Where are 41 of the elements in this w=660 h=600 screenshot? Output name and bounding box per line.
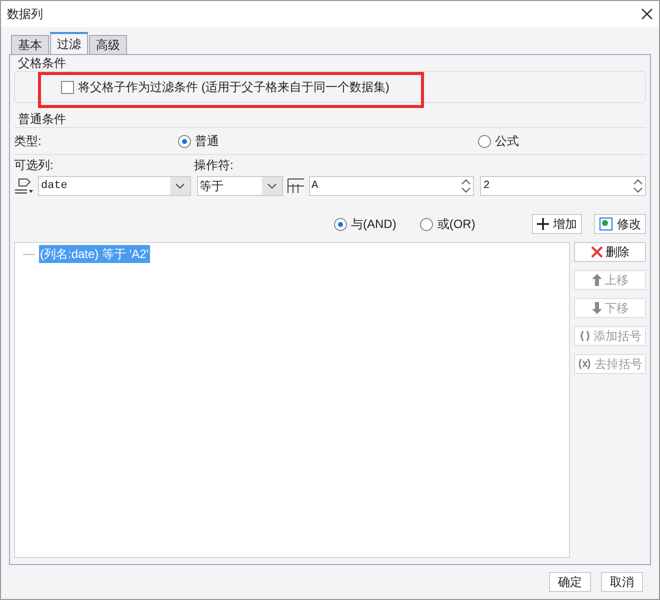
radio-button[interactable] [420, 218, 434, 230]
modify-button[interactable]: 修改 [594, 214, 646, 234]
column-select[interactable]: date [38, 176, 191, 196]
tab[interactable]: 高级 [89, 35, 127, 54]
side-button[interactable]: 删除 [574, 242, 646, 262]
tab[interactable]: 过滤 [50, 32, 88, 54]
checkbox-label: 将父格子作为过滤条件 (适用于父子格来自于同一个数据集) [78, 79, 390, 96]
chevron-down-icon [266, 183, 277, 189]
close-icon [590, 246, 602, 258]
operator-label: 操作符: [194, 156, 234, 174]
type-label: 类型: [14, 133, 42, 150]
radio-label: 与(AND) [351, 216, 396, 233]
close-icon[interactable] [641, 8, 653, 20]
parentheses-cross-icon [578, 358, 592, 370]
column-type-icon [14, 177, 34, 195]
tab[interactable]: 基本 [11, 35, 49, 54]
add-button[interactable]: 增加 [532, 214, 582, 234]
radio-button[interactable] [178, 134, 191, 148]
radio-label: 公式 [495, 133, 519, 150]
radio-button[interactable] [334, 218, 347, 230]
operator-select[interactable]: 等于 [196, 176, 283, 196]
radio-label: 或(OR) [437, 216, 476, 233]
plus-icon [537, 218, 549, 230]
column-field[interactable]: A [308, 176, 474, 196]
chevron-down-icon [174, 183, 185, 189]
spinner-arrows[interactable] [633, 178, 644, 194]
radio-button[interactable] [478, 134, 491, 148]
section-title: 父格条件 [17, 55, 67, 71]
window-title: 数据列 [7, 6, 43, 23]
arrow-down-icon [592, 302, 602, 314]
parentheses-icon [578, 330, 590, 342]
row-field[interactable]: 2 [480, 176, 646, 196]
dialog-button[interactable]: 确定 [549, 572, 591, 592]
section-title: 普通条件 [17, 111, 67, 127]
checkbox[interactable] [61, 80, 74, 94]
cell-grid-icon [286, 178, 305, 194]
arrow-up-icon [592, 274, 602, 286]
radio-label: 普通 [195, 133, 219, 150]
spinner-arrows[interactable] [461, 178, 472, 194]
dialog-button[interactable]: 取消 [601, 572, 643, 592]
column-label: 可选列: [14, 156, 54, 174]
